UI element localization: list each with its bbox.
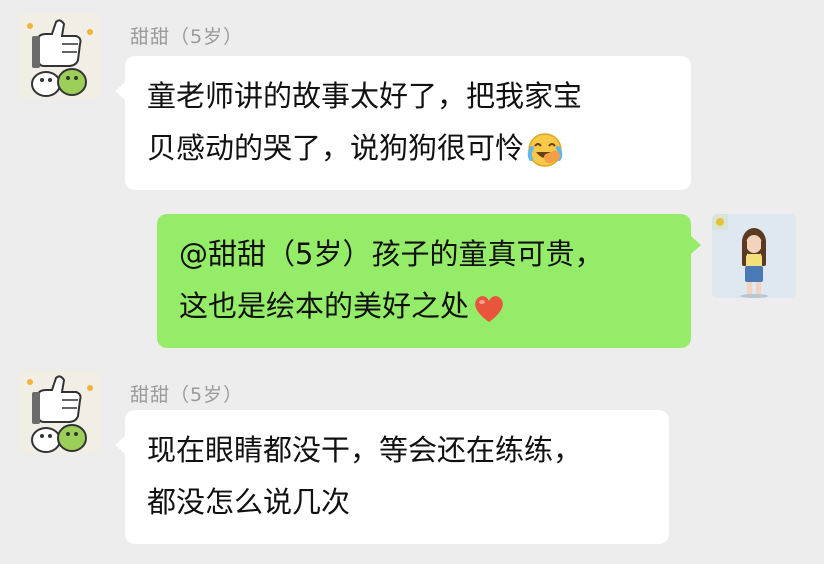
message-text-line: 都没怎么说几次 — [147, 485, 351, 519]
message-text-segment: 这也是绘本的美好之处 — [179, 289, 470, 323]
message-bubble-outgoing[interactable]: @甜甜（5岁）孩子的童真可贵， 这也是绘本的美好之处 — [157, 214, 701, 348]
sender-name: 甜甜（5岁） — [130, 26, 244, 48]
heart-emoji-icon — [471, 292, 507, 324]
contact-avatar[interactable] — [18, 14, 102, 98]
message-text-line: 童老师讲的故事太好了，把我家宝 — [147, 79, 583, 113]
my-avatar[interactable] — [712, 214, 796, 298]
message-text-segment: 贝感动的哭了，说狗狗很可怜 — [147, 131, 525, 165]
message-bubble[interactable]: 童老师讲的故事太好了，把我家宝 贝感动的哭了，说狗狗很可怜 — [115, 56, 691, 190]
chat-area: 甜甜（5岁） 童老师讲的故事太好了，把我家宝 贝感动的哭了，说狗狗很可怜 @甜甜… — [0, 0, 824, 564]
crying-laughing-emoji-icon — [526, 132, 564, 168]
message-text-line: 现在眼睛都没干，等会还在练练， — [147, 433, 583, 467]
message-text-line: 贝感动的哭了，说狗狗很可怜 — [147, 122, 669, 174]
message-text-line: 这也是绘本的美好之处 — [179, 280, 669, 332]
message-bubble[interactable]: 现在眼睛都没干，等会还在练练， 都没怎么说几次 — [115, 410, 669, 544]
sender-name: 甜甜（5岁） — [130, 384, 244, 406]
contact-avatar[interactable] — [18, 370, 102, 454]
message-text-line: @甜甜（5岁）孩子的童真可贵， — [179, 237, 604, 271]
